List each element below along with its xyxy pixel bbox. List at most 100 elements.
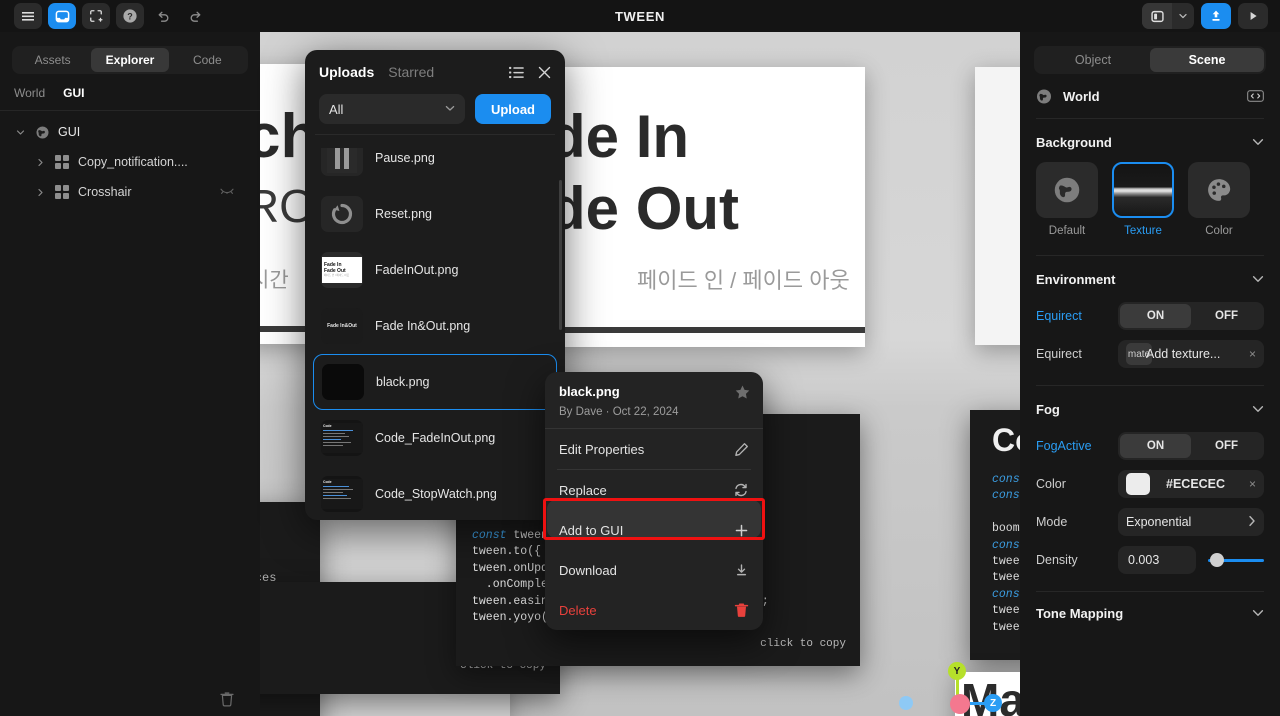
slide-fade[interactable]: de In de Out 페이드 인 / 페이드 아웃 (555, 67, 865, 347)
toolbar-left-group: ? (0, 3, 208, 29)
undo-button[interactable] (150, 3, 176, 29)
publish-button[interactable] (1201, 3, 1231, 29)
tab-object[interactable]: Object (1036, 48, 1150, 72)
delete-icon[interactable] (220, 691, 234, 712)
list-item[interactable]: Code Code_FadeInOut.png (313, 410, 557, 466)
list-view-icon[interactable] (509, 66, 524, 79)
fog-density-input[interactable]: 0.003 (1118, 546, 1196, 574)
play-button[interactable] (1238, 3, 1268, 29)
tab-uploads[interactable]: Uploads (319, 64, 374, 80)
tab-starred[interactable]: Starred (388, 64, 434, 80)
equirect-toggle-off[interactable]: OFF (1191, 304, 1262, 328)
breadcrumb-item-gui[interactable]: GUI (63, 86, 84, 100)
list-item[interactable]: Code Code_StopWatch.png (313, 466, 557, 520)
uploads-scrollbar[interactable] (559, 180, 562, 330)
gizmo-label-y[interactable]: Y (948, 662, 966, 680)
tab-explorer[interactable]: Explorer (91, 48, 169, 72)
fog-color-clear-icon[interactable]: × (1249, 477, 1256, 491)
chevron-down-icon[interactable] (1252, 404, 1264, 416)
star-icon[interactable] (734, 384, 751, 406)
chevron-right-icon[interactable] (34, 156, 46, 168)
code-brackets-icon[interactable] (1247, 89, 1264, 103)
upload-button[interactable]: Upload (474, 94, 551, 124)
layout-icon-button[interactable] (1142, 3, 1172, 29)
chevron-down-icon-button[interactable] (1172, 3, 1194, 29)
uploads-file-list[interactable]: Pause.png Reset.png Fade In Fade Out 페이드… (305, 148, 565, 520)
tree-item-gui[interactable]: GUI (0, 117, 260, 147)
help-icon: ? (123, 9, 137, 23)
click-to-copy-center[interactable]: click to copy (760, 638, 846, 650)
globe-icon (1036, 88, 1052, 104)
context-menu-item-add-to-gui[interactable]: Add to GUI (545, 510, 763, 550)
list-item[interactable]: Pause.png (313, 148, 557, 186)
panel-icon-button[interactable] (48, 3, 76, 29)
fog-mode-value: Exponential (1126, 515, 1192, 529)
uploads-divider (315, 134, 555, 135)
background-option-texture[interactable]: Texture (1112, 162, 1174, 237)
list-item-label: Code_StopWatch.png (375, 487, 497, 501)
context-menu-date: Oct 22, 2024 (612, 406, 679, 418)
section-environment[interactable]: Environment (1020, 256, 1280, 297)
gizmo-plane-handle[interactable] (899, 696, 913, 710)
fog-density-slider[interactable] (1208, 546, 1264, 574)
equirect-texture-clear-icon[interactable]: × (1249, 347, 1256, 361)
file-thumbnail-reset (321, 196, 363, 232)
tree-item-crosshair[interactable]: Crosshair (0, 177, 260, 207)
toolbar-right-group (1142, 0, 1268, 32)
tree-item-copy-notification[interactable]: Copy_notification.... (0, 147, 260, 177)
section-background[interactable]: Background (1020, 119, 1280, 160)
gizmo-center-handle[interactable] (950, 694, 970, 714)
group-icon (54, 154, 70, 170)
fog-color-swatch[interactable] (1126, 473, 1150, 495)
code-card-right[interactable]: Co cons cons boome const tween tween con… (970, 410, 1020, 660)
chevron-down-icon[interactable] (1252, 137, 1264, 149)
transform-gizmo[interactable]: Y Z (899, 652, 1010, 716)
list-item-label: Fade In&Out.png (375, 319, 471, 333)
section-tone-mapping[interactable]: Tone Mapping (1020, 592, 1280, 631)
context-menu-item-delete[interactable]: Delete (545, 590, 763, 630)
equirect-toggle[interactable]: ON OFF (1118, 302, 1264, 330)
equirect-toggle-on[interactable]: ON (1120, 304, 1191, 328)
redo-button[interactable] (182, 3, 208, 29)
eye-off-icon[interactable] (220, 186, 234, 199)
publish-icon (1212, 10, 1220, 21)
tab-code[interactable]: Code (169, 48, 246, 72)
filter-select[interactable]: All (319, 94, 465, 124)
list-item[interactable]: Fade In&Out Fade In&Out.png (313, 298, 557, 354)
tab-assets[interactable]: Assets (14, 48, 91, 72)
chevron-down-icon[interactable] (1252, 608, 1264, 620)
file-thumbnail-fadeinout: Fade In Fade Out 페이드 인 / 페이드 아웃 (321, 252, 363, 288)
help-icon-button[interactable]: ? (116, 3, 144, 29)
equirect-texture-field[interactable]: mate Add texture... × (1118, 340, 1264, 368)
close-icon[interactable] (538, 66, 551, 79)
background-option-default[interactable]: Default (1036, 162, 1098, 237)
fogactive-toggle[interactable]: ON OFF (1118, 432, 1264, 460)
context-menu-item-download[interactable]: Download (545, 550, 763, 590)
menu-icon-button[interactable] (14, 3, 42, 29)
chevron-right-icon[interactable] (34, 186, 46, 198)
fogactive-toggle-on[interactable]: ON (1120, 434, 1191, 458)
chevron-down-icon[interactable] (14, 126, 26, 138)
list-item[interactable]: Fade In Fade Out 페이드 인 / 페이드 아웃 FadeInOu… (313, 242, 557, 298)
section-fog[interactable]: Fog (1020, 386, 1280, 427)
fogactive-toggle-off[interactable]: OFF (1191, 434, 1262, 458)
fog-color-field[interactable]: #ECECEC × (1118, 470, 1264, 498)
code-card-right-lines: cons cons boome const tween tween const … (992, 472, 1020, 636)
fullscreen-icon-button[interactable] (82, 3, 110, 29)
chevron-down-icon[interactable] (1252, 274, 1264, 286)
list-item[interactable]: Reset.png (313, 186, 557, 242)
breadcrumb-item-world[interactable]: World (14, 86, 45, 100)
context-menu-item-label: Download (559, 562, 617, 578)
code-line: boome (992, 522, 1020, 536)
list-item-black-png[interactable]: black.png (313, 354, 557, 410)
context-menu-item-edit-properties[interactable]: Edit Properties (545, 429, 763, 469)
fog-density-slider-knob[interactable] (1210, 553, 1225, 567)
gizmo-label-z[interactable]: Z (984, 694, 1002, 712)
tab-scene[interactable]: Scene (1150, 48, 1264, 72)
scene-world-row[interactable]: World (1020, 74, 1280, 118)
slide-right-partial[interactable] (975, 67, 1020, 345)
fog-mode-select[interactable]: Exponential (1118, 508, 1264, 536)
section-tone-mapping-title: Tone Mapping (1036, 606, 1124, 621)
scene-world-label: World (1063, 88, 1100, 104)
background-option-color[interactable]: Color (1188, 162, 1250, 237)
